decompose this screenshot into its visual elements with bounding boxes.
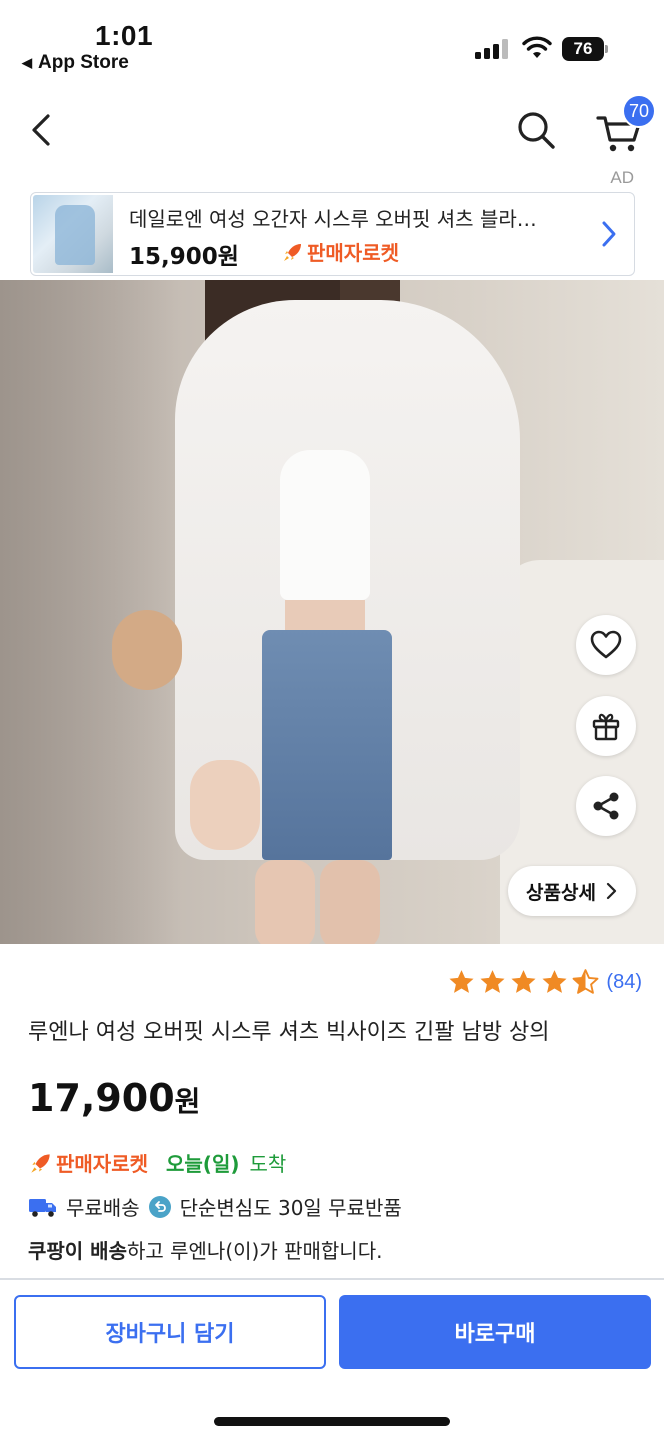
- image-leg-right: [320, 860, 380, 944]
- ad-banner[interactable]: 데일로엔 여성 오간자 시스루 오버핏 셔츠 블라… 15,900원 판매자로켓: [30, 192, 635, 276]
- rating-stars: [447, 968, 600, 996]
- arrival-day: 오늘(일): [166, 1152, 240, 1176]
- product-image[interactable]: [0, 280, 664, 944]
- image-denim-skirt: [262, 630, 392, 860]
- rocket-icon: [284, 243, 301, 261]
- cellular-signal-icon: [475, 39, 508, 59]
- image-leg-left: [255, 860, 315, 944]
- arrival-text: 도착: [249, 1152, 287, 1176]
- battery-indicator: 76: [562, 37, 608, 61]
- image-hand: [190, 760, 260, 850]
- image-plush-toy: [112, 610, 182, 690]
- chevron-right-icon: [606, 882, 617, 900]
- delivery-truck-icon: [29, 1198, 56, 1217]
- buy-now-button[interactable]: 바로구매: [339, 1295, 651, 1369]
- heart-icon: [590, 630, 622, 659]
- free-shipping-text: 무료배송: [66, 1196, 140, 1220]
- return-icon: [148, 1195, 171, 1218]
- ad-thumbnail: [33, 195, 113, 273]
- shipping-info: 무료배송 단순변심도 30일 무료반품: [28, 1192, 402, 1221]
- back-app-label: App Store: [38, 52, 129, 73]
- bottom-divider: [0, 1278, 664, 1280]
- product-detail-label: 상품상세: [526, 881, 596, 904]
- chevron-right-icon: [602, 221, 616, 247]
- free-return-text: 단순변심도 30일 무료반품: [179, 1196, 402, 1220]
- seller-rest-text: 하고 루엔나(이)가 판매합니다.: [126, 1239, 383, 1263]
- star-half-icon: [572, 969, 599, 994]
- rocket-icon: [31, 1153, 50, 1173]
- ad-price: 15,900원: [129, 244, 239, 270]
- cart-count-badge: 70: [622, 94, 656, 128]
- ad-title: 데일로엔 여성 오간자 시스루 오버핏 셔츠 블라…: [129, 207, 537, 231]
- search-icon[interactable]: [514, 108, 558, 152]
- rating-count[interactable]: (84): [606, 971, 642, 994]
- wifi-icon: [522, 36, 552, 58]
- star-full-icon: [480, 970, 505, 993]
- share-icon: [593, 792, 619, 820]
- battery-nub: [605, 45, 608, 53]
- image-camisole: [280, 450, 370, 600]
- ad-label: AD: [610, 168, 634, 187]
- ad-rocket-label: 판매자로켓: [307, 241, 399, 265]
- gift-icon: [592, 713, 620, 741]
- rocket-badge: 판매자로켓: [28, 1148, 148, 1177]
- back-arrow-icon[interactable]: [24, 108, 58, 152]
- product-price: 17,900 원: [28, 1076, 200, 1120]
- home-indicator[interactable]: [214, 1417, 450, 1426]
- seller-info: 쿠팡이 배송하고 루엔나(이)가 판매합니다.: [28, 1235, 382, 1264]
- product-rating[interactable]: (84): [447, 968, 642, 996]
- status-bar: 1:01 ◀ App Store 76: [0, 0, 664, 88]
- ad-rocket-badge: 판매자로켓: [281, 237, 399, 266]
- price-number: 17,900: [28, 1076, 175, 1120]
- ad-thumbnail-shirt: [55, 205, 95, 265]
- product-detail-button[interactable]: 상품상세: [508, 866, 636, 916]
- back-to-app-store[interactable]: ◀ App Store: [22, 52, 129, 74]
- gift-button[interactable]: [576, 696, 636, 756]
- star-full-icon: [542, 970, 567, 993]
- status-time: 1:01: [95, 20, 154, 51]
- add-to-cart-button[interactable]: 장바구니 담기: [14, 1295, 326, 1369]
- battery-level: 76: [562, 37, 604, 61]
- wishlist-button[interactable]: [576, 615, 636, 675]
- star-full-icon: [511, 970, 536, 993]
- share-button[interactable]: [576, 776, 636, 836]
- back-triangle-icon: ◀: [22, 55, 32, 70]
- price-unit: 원: [174, 1085, 201, 1118]
- rocket-badge-label: 판매자로켓: [56, 1152, 148, 1176]
- delivery-info: 판매자로켓 오늘(일) 도착: [28, 1148, 286, 1177]
- star-full-icon: [449, 970, 474, 993]
- seller-bold-text: 쿠팡이 배송: [28, 1239, 127, 1263]
- product-title: 루엔나 여성 오버핏 시스루 셔츠 빅사이즈 긴팔 남방 상의: [28, 1020, 550, 1045]
